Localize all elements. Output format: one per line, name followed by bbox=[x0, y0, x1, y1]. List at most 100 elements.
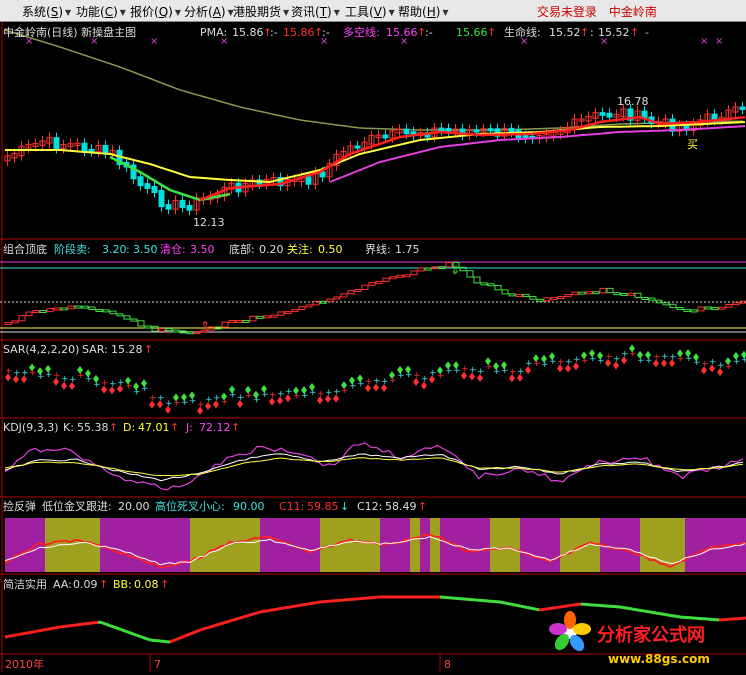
marker-x: × bbox=[700, 36, 708, 47]
sar-tick: + bbox=[341, 386, 349, 396]
combo-bar bbox=[222, 322, 228, 327]
aa-segment bbox=[518, 606, 521, 607]
kdj-panel bbox=[5, 443, 743, 490]
menu-system[interactable]: 系统(S)▼ bbox=[22, 3, 71, 20]
sar-tick: + bbox=[141, 384, 149, 394]
menu-tools[interactable]: 工具(V)▼ bbox=[345, 3, 395, 20]
aa-segment bbox=[272, 610, 275, 611]
sar-tick: + bbox=[189, 396, 197, 406]
combo-bar bbox=[117, 314, 123, 316]
sar-tick: + bbox=[733, 357, 741, 367]
life-up-arrow2: ↑ bbox=[630, 26, 639, 39]
combo-bar bbox=[635, 293, 641, 297]
rebound-band bbox=[320, 518, 380, 572]
combo-bar bbox=[138, 321, 144, 326]
sar-tick: + bbox=[349, 381, 357, 391]
sar-tick: + bbox=[669, 352, 677, 362]
candle-body bbox=[446, 128, 451, 131]
menu-news[interactable]: 资讯(T)▼ bbox=[291, 3, 340, 20]
combo-bar bbox=[397, 275, 403, 277]
aa-segment bbox=[182, 636, 185, 637]
aa-segment bbox=[503, 603, 506, 604]
combo-bar bbox=[404, 275, 410, 277]
sar-tick: + bbox=[741, 356, 746, 366]
combo-bar bbox=[593, 292, 599, 294]
aa-segment bbox=[17, 634, 20, 635]
combo-bar bbox=[726, 305, 732, 308]
candle-body bbox=[383, 135, 388, 138]
sar-tick: + bbox=[477, 367, 485, 377]
combo-bar bbox=[572, 292, 578, 295]
aa-segment bbox=[506, 603, 509, 604]
sar-tick: + bbox=[221, 397, 229, 407]
aa-segment bbox=[263, 611, 266, 612]
jieduan-label: 阶段卖: bbox=[54, 242, 91, 256]
bb-value: 0.08 bbox=[134, 578, 159, 591]
aa-segment bbox=[173, 640, 176, 641]
aa-segment bbox=[248, 615, 251, 616]
aa-segment bbox=[221, 623, 224, 624]
aa-segment bbox=[32, 632, 35, 633]
sar-tick: + bbox=[309, 388, 317, 398]
combo-bar bbox=[187, 332, 193, 334]
combo-bar bbox=[530, 296, 536, 299]
chart-area[interactable]: ×××××××××× ⇑⇓ ++++++++++++++++++++++++++… bbox=[0, 22, 746, 672]
menu-analysis[interactable]: 分析(A)▼ bbox=[184, 3, 234, 20]
combo-bar bbox=[565, 295, 571, 297]
aa-segment bbox=[140, 636, 143, 637]
menu-help[interactable]: 帮助(H)▼ bbox=[398, 3, 449, 20]
aa-segment bbox=[638, 610, 641, 611]
sar-tick: + bbox=[637, 356, 645, 366]
menu-function[interactable]: 功能(C)▼ bbox=[76, 3, 126, 20]
combo-bar bbox=[257, 316, 263, 318]
combo-bar bbox=[341, 294, 347, 297]
sar-tick: + bbox=[117, 378, 125, 388]
aa-segment bbox=[626, 608, 629, 609]
d-up-arrow: ↑ bbox=[170, 421, 179, 434]
aa-segment bbox=[641, 611, 644, 612]
life-sep: : bbox=[590, 26, 594, 39]
combo-bar bbox=[691, 310, 697, 312]
sar-tick: + bbox=[613, 354, 621, 364]
sar-tick: + bbox=[21, 368, 29, 378]
sar-tick: + bbox=[357, 379, 365, 389]
candle-body bbox=[54, 138, 59, 149]
sar-tick: + bbox=[277, 390, 285, 400]
combo-bar bbox=[40, 310, 46, 312]
menu-hk-futures[interactable]: 港股期货▼ bbox=[233, 3, 289, 20]
sar-tick: + bbox=[333, 387, 341, 397]
aa-segment bbox=[242, 617, 245, 618]
candle-body bbox=[145, 184, 150, 189]
sar-tick: + bbox=[557, 357, 565, 367]
aa-segment bbox=[269, 610, 272, 611]
aa-segment bbox=[644, 611, 647, 612]
login-status[interactable]: 交易未登录 bbox=[537, 5, 597, 19]
sar-tick: + bbox=[565, 357, 573, 367]
combo-bar bbox=[502, 290, 508, 294]
aa-segment bbox=[29, 632, 32, 633]
aa-segment bbox=[119, 629, 122, 630]
combo-bar bbox=[159, 329, 165, 332]
sar-tick: + bbox=[109, 379, 117, 389]
chart-canvas[interactable]: ×××××××××× ⇑⇓ ++++++++++++++++++++++++++… bbox=[0, 22, 746, 672]
menu-quote[interactable]: 报价(Q)▼ bbox=[130, 3, 181, 20]
combo-bar bbox=[642, 298, 648, 300]
combo-bar bbox=[19, 316, 25, 321]
jieduan-value: 3.20 bbox=[102, 243, 127, 256]
k-up-arrow: ↑ bbox=[109, 421, 118, 434]
sar-tick: + bbox=[237, 393, 245, 403]
life-value2: 15.52 bbox=[598, 26, 630, 39]
combo-bar bbox=[355, 289, 361, 291]
aa-segment bbox=[671, 616, 674, 617]
aa-segment bbox=[284, 608, 287, 609]
aa-segment bbox=[41, 630, 44, 631]
sar-tick: + bbox=[605, 352, 613, 362]
combo-bar bbox=[369, 283, 375, 286]
aa-segment bbox=[278, 609, 281, 610]
combo-bar bbox=[96, 310, 102, 312]
sar-tick: + bbox=[133, 387, 141, 397]
sar-tick: + bbox=[389, 376, 397, 386]
combo-bar bbox=[621, 294, 627, 296]
combo-bar bbox=[509, 294, 515, 296]
aa-segment bbox=[146, 639, 149, 640]
